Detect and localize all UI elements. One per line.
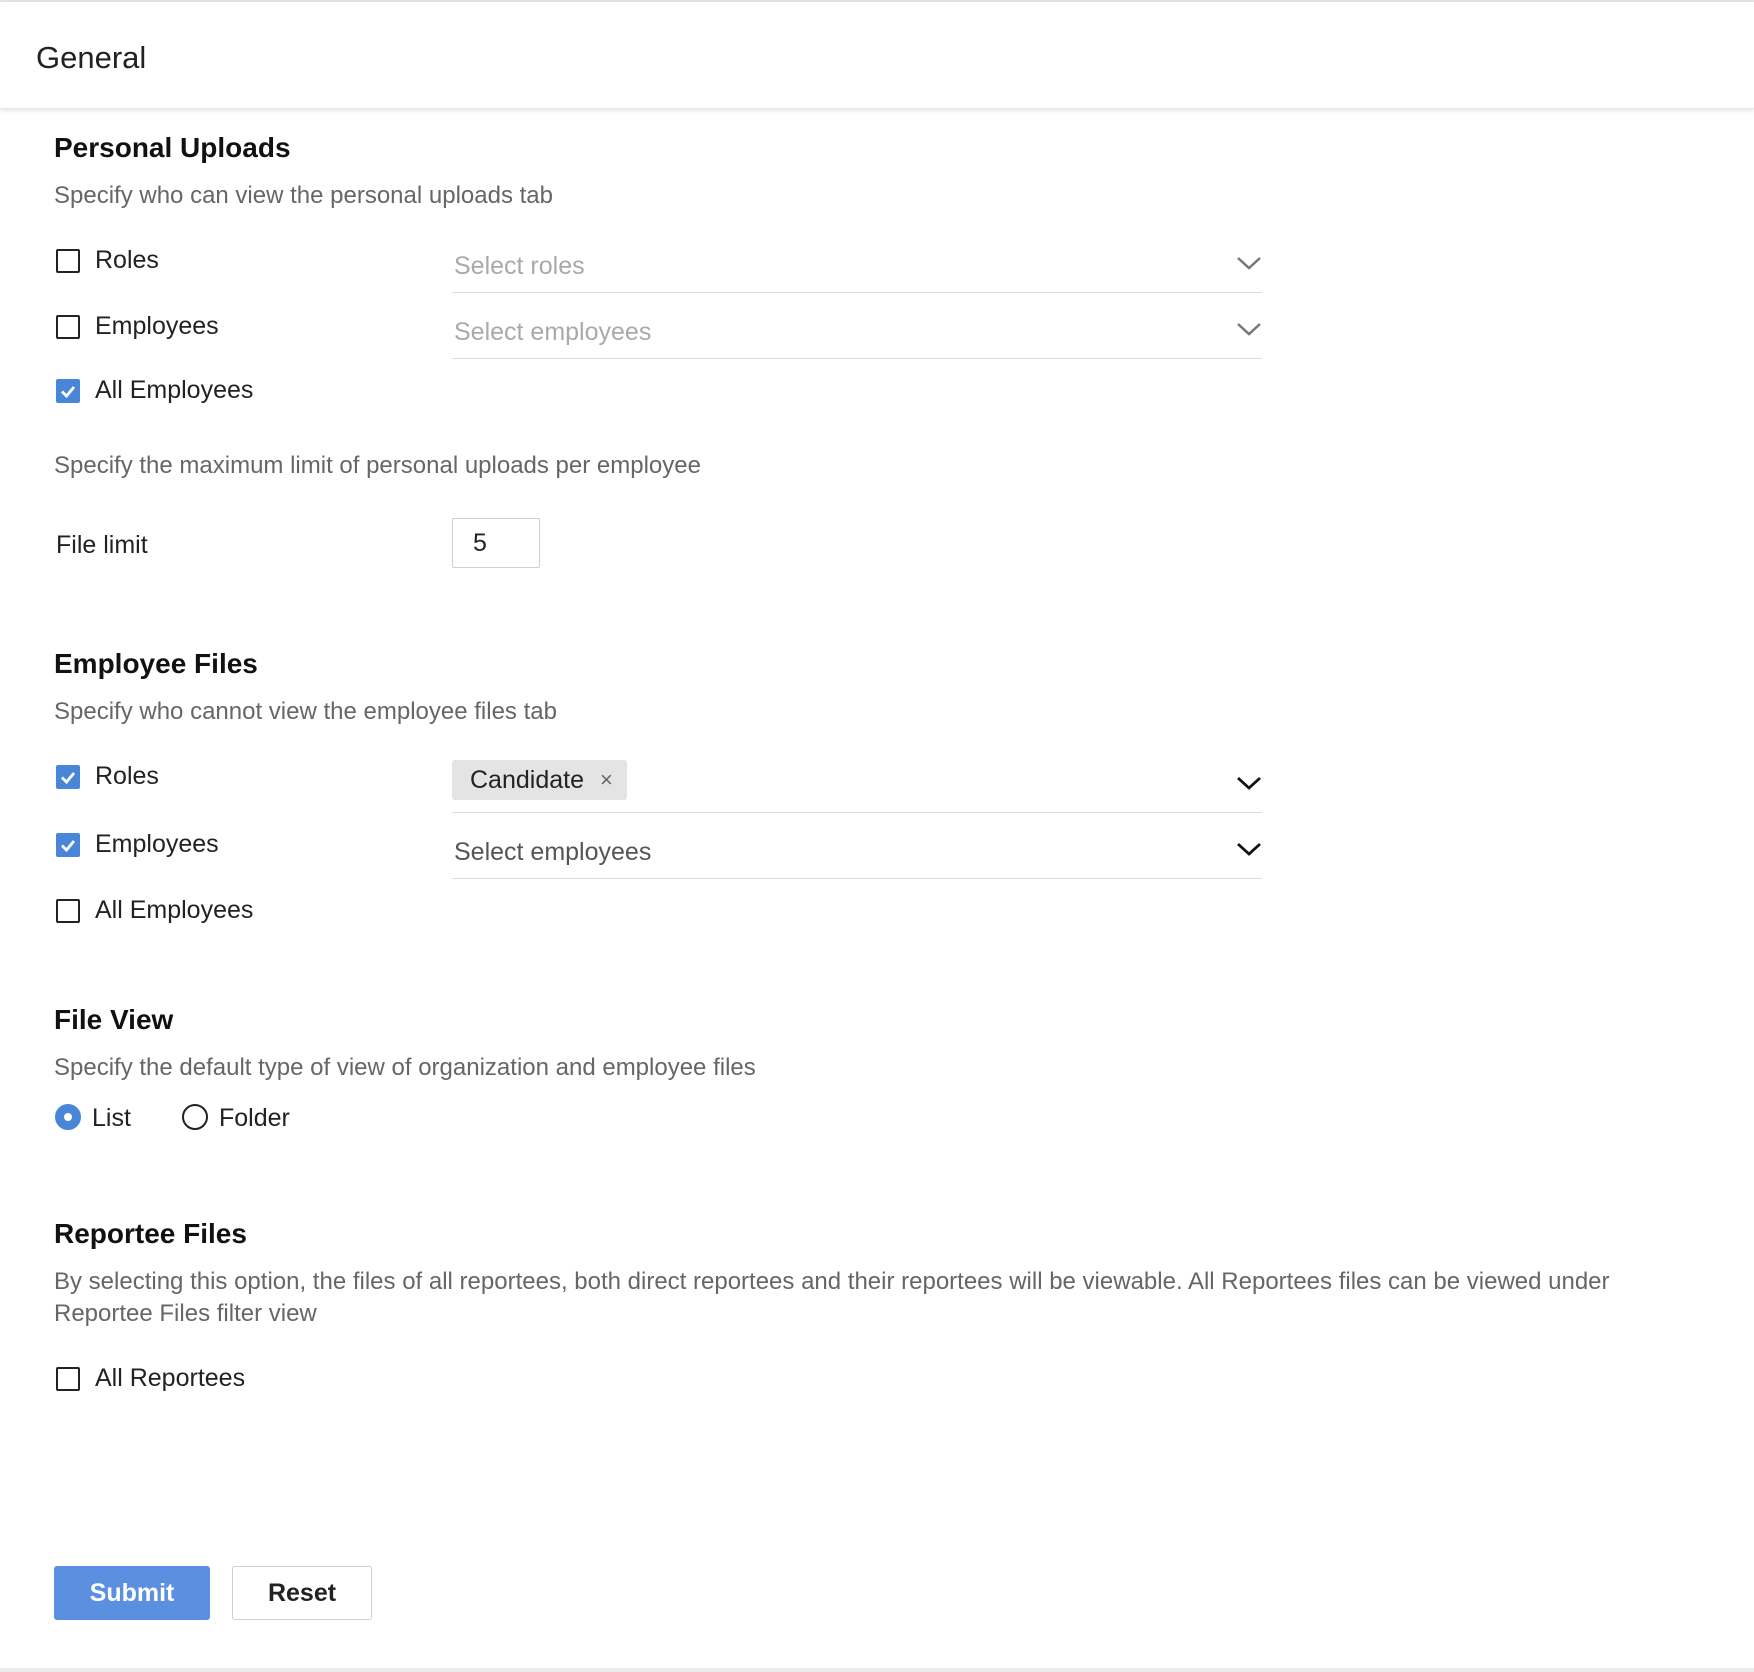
pu-employees-label: Employees [95,312,219,340]
pu-employees-placeholder: Select employees [454,318,652,346]
check-icon [61,772,76,785]
reportee-files-description-line2: Reportee Files filter view [54,1300,317,1327]
personal-uploads-description: Specify who can view the personal upload… [54,182,553,209]
reportee-files-description-line1: By selecting this option, the files of a… [54,1268,1610,1295]
ef-employees-checkbox[interactable] [56,833,80,857]
chevron-down-icon [1237,257,1261,270]
ef-all-employees-checkbox[interactable] [56,899,80,923]
role-tag-candidate: Candidate × [452,760,627,800]
pu-employees-checkbox[interactable] [56,315,80,339]
reset-button[interactable]: Reset [232,1566,372,1620]
submit-button[interactable]: Submit [54,1566,210,1620]
employee-files-heading: Employee Files [54,648,258,679]
bottom-border [0,1668,1754,1672]
reportee-files-heading: Reportee Files [54,1218,247,1249]
check-icon [61,386,76,399]
pu-employees-select[interactable]: Select employees [452,302,1262,359]
pu-roles-label: Roles [95,246,159,274]
pu-roles-placeholder: Select roles [454,252,585,280]
file-view-folder-label: Folder [219,1104,290,1132]
pu-all-employees-label: All Employees [95,376,254,404]
ef-all-employees-label: All Employees [95,896,254,924]
ef-employees-label: Employees [95,830,219,858]
ef-roles-label: Roles [95,762,159,790]
chevron-down-icon [1237,842,1261,856]
all-reportees-checkbox[interactable] [56,1367,80,1391]
all-reportees-label: All Reportees [95,1364,246,1392]
file-view-description: Specify the default type of view of orga… [54,1054,756,1081]
ef-roles-select[interactable]: Candidate × [452,756,1262,813]
page-header: General [0,2,1754,109]
page-title: General [36,40,147,75]
ef-roles-checkbox[interactable] [56,765,80,789]
file-view-list-label: List [92,1104,131,1132]
file-view-heading: File View [54,1004,174,1035]
pu-roles-select[interactable]: Select roles [452,236,1262,293]
file-limit-description: Specify the maximum limit of personal up… [54,452,701,479]
remove-tag-icon[interactable]: × [600,767,613,793]
pu-all-employees-checkbox[interactable] [56,379,80,403]
file-view-list-radio[interactable] [55,1104,81,1130]
file-limit-input[interactable] [452,518,540,568]
pu-roles-checkbox[interactable] [56,249,80,273]
chevron-down-icon [1237,323,1261,336]
employee-files-description: Specify who cannot view the employee fil… [54,698,557,725]
ef-employees-placeholder: Select employees [454,838,652,866]
check-icon [61,840,76,853]
file-view-folder-radio[interactable] [182,1104,208,1130]
file-limit-label: File limit [56,531,148,559]
role-tag-label: Candidate [470,765,584,794]
ef-employees-select[interactable]: Select employees [452,822,1262,879]
personal-uploads-heading: Personal Uploads [54,132,291,163]
chevron-down-icon [1237,776,1261,790]
